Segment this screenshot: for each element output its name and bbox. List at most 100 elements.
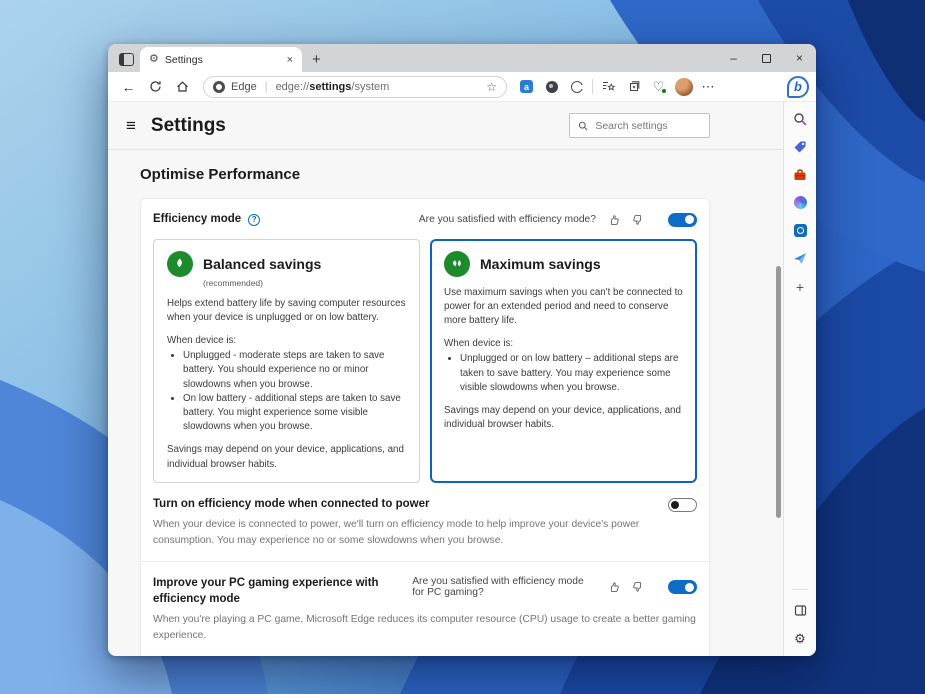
minimize-button[interactable]: – [717, 44, 750, 72]
collections-icon [627, 80, 641, 93]
address-bar[interactable]: Edge | edge://settings/system ☆ [203, 76, 507, 98]
sidebar-add-button[interactable]: + [792, 279, 808, 294]
refresh-button[interactable] [142, 75, 169, 99]
help-icon[interactable]: ? [248, 214, 260, 226]
address-separator: | [265, 81, 268, 93]
search-icon [793, 112, 807, 126]
maximum-title: Maximum savings [480, 256, 601, 272]
window-controls: – × [717, 44, 816, 72]
edge-site-icon [213, 81, 225, 93]
balanced-title: Balanced savings [203, 256, 321, 272]
thumbs-up-icon[interactable] [608, 581, 620, 593]
search-icon [578, 120, 588, 132]
power-toggle[interactable] [668, 498, 697, 512]
thumbs-down-icon[interactable] [632, 214, 644, 226]
new-tab-button[interactable]: + [312, 52, 321, 67]
extension-button-1[interactable] [539, 75, 564, 99]
extension-icon-ring [571, 81, 583, 93]
site-label: Edge [231, 81, 257, 93]
close-button[interactable]: × [783, 44, 816, 72]
translate-icon: a [520, 80, 533, 93]
feedback-question: Are you satisfied with efficiency mode f… [412, 576, 596, 598]
when-device-label: When device is: [167, 334, 406, 348]
gaming-setting-title: Improve your PC gaming experience with e… [153, 576, 412, 607]
edge-sidebar: + ⚙ [783, 102, 816, 656]
power-setting-row: Turn on efficiency mode when connected t… [153, 497, 697, 548]
shopping-tag-icon [793, 140, 807, 154]
bullet-item: On low battery - additional steps are ta… [183, 392, 406, 435]
settings-page: ≡ Settings Optimise Performance Efficien… [108, 102, 783, 656]
bullet-item: Unplugged or on low battery – additional… [460, 352, 683, 395]
efficiency-mode-toggle[interactable] [668, 213, 697, 227]
sidebar-panel-icon [794, 604, 807, 617]
section-heading: Optimise Performance [140, 166, 783, 183]
maximum-footer: Savings may depend on your device, appli… [444, 404, 683, 432]
gaming-toggle[interactable] [668, 580, 697, 594]
recommended-badge: (recommended) [203, 278, 406, 288]
gaming-setting-row: Improve your PC gaming experience with e… [153, 576, 697, 643]
games-swirl-icon [794, 196, 807, 209]
balanced-bullets: Unplugged - moderate steps are taken to … [172, 349, 406, 434]
sidebar-tools-button[interactable] [792, 167, 808, 182]
profile-button[interactable] [671, 75, 696, 99]
tab-title: Settings [165, 54, 281, 66]
thumbs-up-icon[interactable] [608, 214, 620, 226]
sidebar-divider [792, 589, 808, 590]
favorites-button[interactable] [596, 75, 621, 99]
sidebar-outlook-button[interactable] [792, 223, 808, 238]
gaming-setting-description: When you're playing a PC game, Microsoft… [153, 612, 697, 643]
maximize-button[interactable] [750, 44, 783, 72]
back-button[interactable]: ← [115, 75, 142, 99]
extension-button-2[interactable] [564, 75, 589, 99]
sidebar-settings-button[interactable]: ⚙ [792, 631, 808, 646]
edge-browser-window: ⚙ Settings × + – × ← Edge | edge://setti… [108, 44, 816, 656]
when-device-label: When device is: [444, 337, 683, 351]
search-input[interactable] [595, 120, 701, 132]
tab-close-icon[interactable]: × [287, 54, 293, 66]
sidebar-shopping-button[interactable] [792, 139, 808, 154]
maximum-savings-card[interactable]: Maximum savings Use maximum savings when… [430, 239, 697, 483]
scrollbar-thumb[interactable] [776, 266, 781, 518]
search-settings-box[interactable] [569, 113, 710, 138]
profile-avatar [675, 78, 693, 96]
settings-menu-button[interactable]: ⋯ [696, 75, 721, 99]
home-icon [176, 80, 189, 93]
browser-essentials-button[interactable]: ♡ [646, 75, 671, 99]
maximum-bullets: Unplugged or on low battery – additional… [449, 352, 683, 395]
toolbar-divider [592, 79, 593, 94]
efficiency-feedback: Are you satisfied with efficiency mode? [419, 213, 697, 227]
browser-essentials-icon: ♡ [653, 80, 665, 93]
home-button[interactable] [169, 75, 196, 99]
performance-card: Efficiency mode ? Are you satisfied with… [140, 198, 710, 656]
sidebar-panel-button[interactable] [792, 603, 808, 618]
toolbox-icon [793, 168, 807, 182]
feedback-question: Are you satisfied with efficiency mode? [419, 214, 596, 225]
translate-button[interactable]: a [514, 75, 539, 99]
row-divider [141, 561, 709, 562]
menu-icon[interactable]: ≡ [126, 116, 136, 136]
sidebar-games-button[interactable] [792, 195, 808, 210]
collections-button[interactable] [621, 75, 646, 99]
sidebar-drop-button[interactable] [792, 251, 808, 266]
efficiency-mode-options: Balanced savings (recommended) Helps ext… [153, 239, 697, 483]
copilot-button[interactable]: b [787, 76, 809, 98]
efficiency-mode-row: Efficiency mode ? Are you satisfied with… [153, 212, 697, 228]
favorite-star-icon[interactable]: ☆ [486, 80, 497, 94]
thumbs-down-icon[interactable] [632, 581, 644, 593]
balanced-savings-card[interactable]: Balanced savings (recommended) Helps ext… [153, 239, 420, 483]
leaf-icon [167, 251, 193, 277]
sidebar-search-button[interactable] [792, 111, 808, 126]
double-leaf-icon [444, 251, 470, 277]
settings-header: ≡ Settings [108, 102, 783, 150]
power-setting-title: Turn on efficiency mode when connected t… [153, 497, 429, 513]
outlook-icon [794, 224, 807, 237]
paper-plane-icon [793, 252, 807, 265]
gear-icon: ⚙ [149, 54, 159, 65]
power-setting-description: When your device is connected to power, … [153, 517, 697, 548]
tab-settings[interactable]: ⚙ Settings × [140, 47, 302, 72]
workspaces-icon[interactable] [119, 53, 134, 66]
balanced-description: Helps extend battery life by saving comp… [167, 297, 406, 325]
gaming-feedback: Are you satisfied with efficiency mode f… [412, 576, 697, 598]
maximum-description: Use maximum savings when you can't be co… [444, 286, 683, 329]
tab-strip: ⚙ Settings × + – × [108, 44, 816, 72]
